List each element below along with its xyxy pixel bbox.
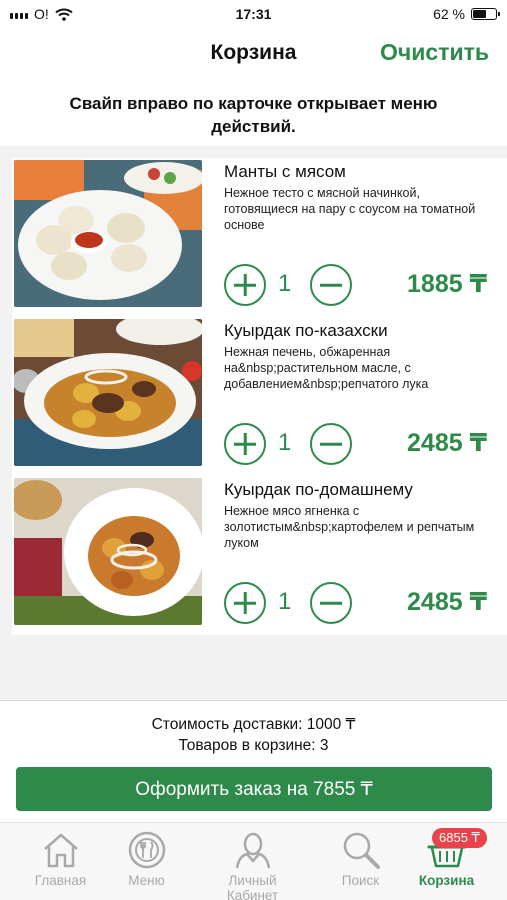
tab-label: Корзина — [418, 873, 475, 888]
item-description: Нежная печень, обжаренная на&nbsp;растит… — [224, 345, 429, 391]
increase-quantity-button[interactable] — [224, 423, 266, 465]
cart-item[interactable]: Куырдак по-казахски Нежная печень, обжар… — [12, 317, 507, 476]
status-time: 17:31 — [235, 6, 272, 22]
item-quantity: 1 — [278, 429, 292, 456]
manty-dish-image — [14, 160, 202, 307]
tab-bar: Главная Меню Личный Кабинет Поиск Корзин… — [0, 822, 507, 900]
cart-item[interactable]: Манты с мясом Нежное тесто с мясной начи… — [12, 158, 507, 317]
item-description: Нежное мясо ягненка с золотистым&nbsp;ка… — [224, 504, 475, 550]
tab-account[interactable]: Личный Кабинет — [202, 831, 303, 900]
battery-percent: 62 % — [433, 6, 465, 22]
item-quantity: 1 — [278, 588, 292, 615]
dish-icon — [128, 831, 165, 869]
nav-bar: Корзина Очистить — [0, 28, 507, 82]
decrease-quantity-button[interactable] — [310, 264, 352, 306]
item-price: 2485 ₸ — [407, 588, 487, 616]
cart-item[interactable]: Куырдак по-домашнему Нежное мясо ягненка… — [12, 476, 507, 635]
user-icon — [235, 832, 270, 869]
home-icon — [43, 833, 78, 868]
place-order-button[interactable]: Оформить заказ на 7855 ₸ — [16, 767, 492, 811]
kuyrdak-home-dish-image — [14, 478, 202, 625]
status-bar: O! 17:31 62 % — [0, 0, 507, 28]
status-right: 62 % — [433, 6, 500, 22]
clear-cart-button[interactable]: Очистить — [380, 39, 489, 66]
battery-icon — [471, 8, 500, 20]
decrease-quantity-button[interactable] — [310, 423, 352, 465]
swipe-hint: Свайп вправо по карточке открывает меню … — [0, 82, 507, 146]
tab-label: Меню — [128, 873, 165, 888]
item-name: Куырдак по-казахски — [224, 321, 388, 340]
increase-quantity-button[interactable] — [224, 582, 266, 624]
cart-list: Манты с мясом Нежное тесто с мясной начи… — [12, 158, 507, 635]
item-price: 1885 ₸ — [407, 270, 487, 298]
order-summary: Стоимость доставки: 1000 ₸ Товаров в кор… — [0, 700, 507, 822]
item-price: 2485 ₸ — [407, 429, 487, 457]
item-quantity: 1 — [278, 270, 292, 297]
item-description: Нежное тесто с мясной начинкой, готовящи… — [224, 186, 476, 232]
kuyrdak-kazakh-dish-image — [14, 319, 202, 466]
increase-quantity-button[interactable] — [224, 264, 266, 306]
delivery-cost: Стоимость доставки: 1000 ₸ — [151, 716, 356, 733]
decrease-quantity-button[interactable] — [310, 582, 352, 624]
cart-item-count: Товаров в корзине: 3 — [178, 737, 329, 754]
search-icon — [343, 832, 380, 869]
tab-label: Личный Кабинет — [226, 873, 279, 900]
tab-menu[interactable]: Меню — [96, 831, 197, 888]
cart-total-badge: 6855 ₸ — [432, 828, 487, 848]
item-name: Манты с мясом — [224, 162, 346, 181]
item-name: Куырдак по-домашнему — [224, 480, 413, 499]
